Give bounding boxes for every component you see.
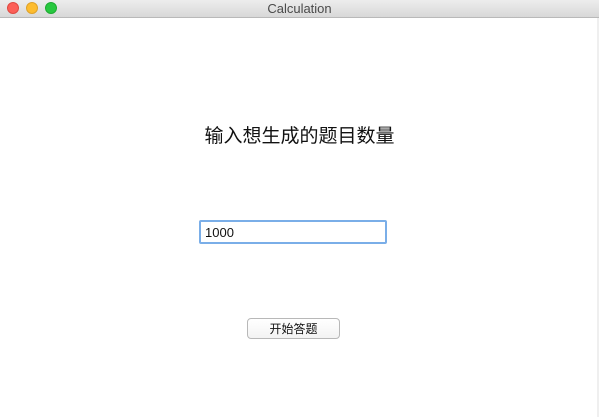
- title-bar[interactable]: Calculation: [0, 0, 599, 18]
- start-answering-button[interactable]: 开始答题: [247, 318, 340, 339]
- question-count-prompt: 输入想生成的题目数量: [204, 125, 395, 147]
- app-window: Calculation 输入想生成的题目数量 开始答题: [0, 0, 599, 417]
- question-count-input[interactable]: [199, 220, 387, 244]
- window-title: Calculation: [267, 1, 332, 16]
